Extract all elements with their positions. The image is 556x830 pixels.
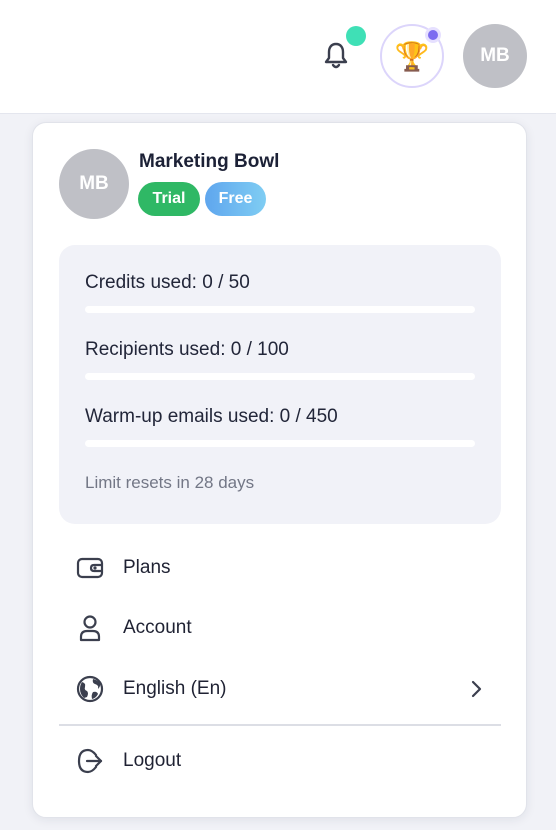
- avatar: MB: [59, 149, 129, 219]
- avatar-button[interactable]: MB: [463, 24, 527, 88]
- menu-item-label: Account: [123, 617, 192, 638]
- bell-icon: [324, 42, 348, 69]
- globe-icon: [75, 674, 105, 704]
- limit-reset-text: Limit resets in 28 days: [85, 473, 255, 492]
- free-badge: Free: [205, 182, 266, 216]
- recipients-usage-bar: [85, 373, 475, 380]
- logout-icon: [75, 746, 105, 776]
- trophy-icon: 🏆: [394, 40, 430, 72]
- wallet-icon: [75, 553, 105, 583]
- recipients-usage-label: Recipients used: 0 / 100: [85, 339, 289, 360]
- usage-panel: Credits used: 0 / 50 Recipients used: 0 …: [59, 245, 501, 524]
- account-name: Marketing Bowl: [139, 151, 280, 172]
- menu-item-account[interactable]: Account: [59, 603, 501, 653]
- credits-usage-bar: [85, 306, 475, 313]
- chevron-right-icon: [471, 680, 482, 698]
- menu-item-label: Plans: [123, 557, 171, 578]
- warmup-usage-label: Warm-up emails used: 0 / 450: [85, 406, 338, 427]
- menu-item-logout[interactable]: Logout: [59, 736, 501, 786]
- trial-badge: Trial: [138, 182, 200, 216]
- achievement-dot: [425, 27, 441, 43]
- credits-usage-label: Credits used: 0 / 50: [85, 272, 250, 293]
- menu-item-language[interactable]: English (En): [59, 664, 501, 714]
- menu-item-plans[interactable]: Plans: [59, 543, 501, 593]
- menu-item-label: Logout: [123, 750, 182, 771]
- warmup-usage-bar: [85, 440, 475, 447]
- top-bar: 🏆 MB: [0, 0, 556, 114]
- menu-item-label: English (En): [123, 678, 227, 699]
- notification-dot: [346, 26, 366, 46]
- account-dropdown-menu: MB Marketing Bowl Trial Free Credits use…: [32, 122, 527, 818]
- user-icon: [75, 613, 105, 643]
- menu-divider: [59, 724, 501, 726]
